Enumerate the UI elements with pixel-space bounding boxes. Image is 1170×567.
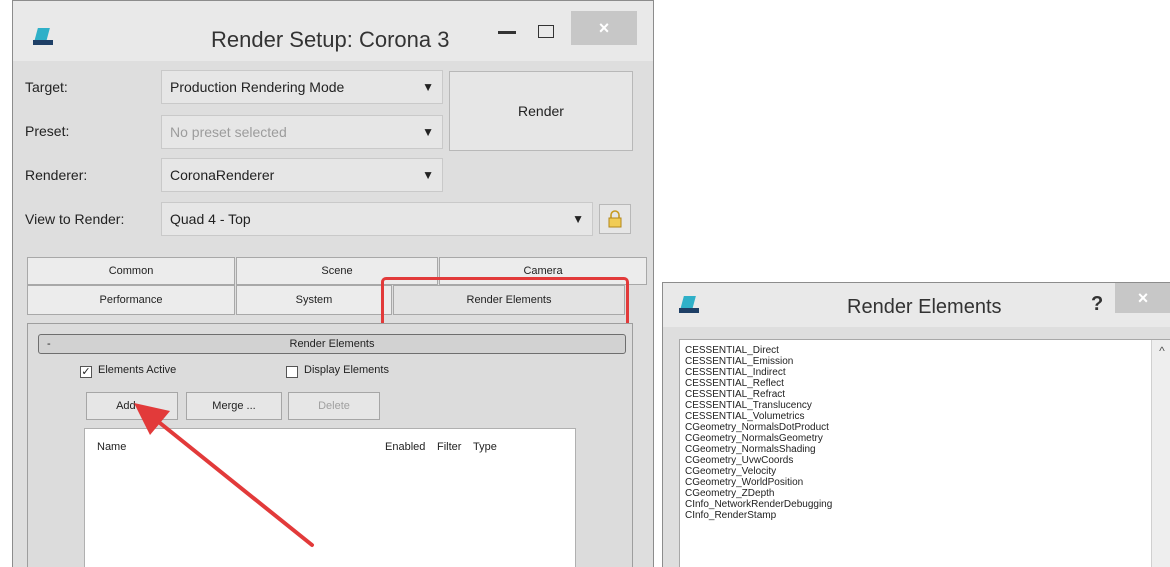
maximize-icon[interactable] — [538, 25, 554, 38]
render-elements-panel: - Render Elements ✓ Elements Active Disp… — [27, 323, 633, 567]
list-item[interactable]: CInfo_NetworkRenderDebugging — [680, 499, 1170, 510]
render-element-types-list[interactable]: CESSENTIAL_Direct CESSENTIAL_Emission CESS… — [679, 339, 1170, 567]
render-button[interactable]: Render — [449, 71, 633, 151]
list-item[interactable]: CGeometry_NormalsGeometry — [680, 433, 1170, 444]
target-label: Target: — [25, 79, 68, 95]
render-elements-dialog: Render Elements ? × CESSENTIAL_Direct CES… — [662, 282, 1170, 567]
list-item[interactable]: CGeometry_WorldPosition — [680, 477, 1170, 488]
elements-active-checkbox[interactable]: ✓ — [80, 366, 92, 378]
dialog-title: Render Elements — [847, 296, 1002, 318]
3ds-max-logo-icon[interactable] — [33, 25, 55, 49]
render-setup-window: Render Setup: Corona 3 × Target: Product… — [12, 0, 654, 567]
chevron-down-icon: ▼ — [422, 80, 434, 94]
list-item[interactable]: CGeometry_ZDepth — [680, 488, 1170, 499]
tab-system[interactable]: System — [236, 285, 392, 315]
list-item[interactable]: CGeometry_NormalsShading — [680, 444, 1170, 455]
tab-common[interactable]: Common — [27, 257, 235, 285]
list-item[interactable]: CInfo_RenderStamp — [680, 510, 1170, 521]
view-to-render-dropdown[interactable]: Quad 4 - Top ▼ — [161, 202, 593, 236]
lock-view-button[interactable] — [599, 204, 631, 234]
minimize-icon[interactable] — [498, 31, 516, 34]
list-item[interactable]: CESSENTIAL_Emission — [680, 356, 1170, 367]
renderer-dropdown[interactable]: CoronaRenderer ▼ — [161, 158, 443, 192]
list-item[interactable]: CGeometry_Velocity — [680, 466, 1170, 477]
list-item[interactable]: CESSENTIAL_Indirect — [680, 367, 1170, 378]
chevron-down-icon: ▼ — [572, 212, 584, 226]
list-item[interactable]: CESSENTIAL_Refract — [680, 389, 1170, 400]
column-enabled[interactable]: Enabled — [385, 441, 425, 453]
target-dropdown[interactable]: Production Rendering Mode ▼ — [161, 70, 443, 104]
lock-icon — [608, 210, 622, 228]
list-item[interactable]: CESSENTIAL_Translucency — [680, 400, 1170, 411]
view-to-render-value: Quad 4 - Top — [170, 211, 251, 227]
list-item[interactable]: CGeometry_UvwCoords — [680, 455, 1170, 466]
preset-label: Preset: — [25, 123, 70, 139]
column-filter[interactable]: Filter — [437, 441, 461, 453]
window-title: Render Setup: Corona 3 — [211, 27, 450, 52]
close-icon[interactable]: × — [571, 11, 637, 45]
scroll-up-icon[interactable]: ^ — [1152, 344, 1170, 358]
rollout-collapse-icon[interactable]: - — [47, 335, 51, 353]
preset-dropdown[interactable]: No preset selected ▼ — [161, 115, 443, 149]
list-scrollbar[interactable]: ^ — [1151, 340, 1170, 567]
rollout-header[interactable]: - Render Elements — [38, 334, 626, 354]
red-arrow-annotation — [134, 403, 314, 547]
list-item[interactable]: CESSENTIAL_Volumetrics — [680, 411, 1170, 422]
view-to-render-label: View to Render: — [25, 211, 125, 227]
renderer-label: Renderer: — [25, 167, 88, 183]
rollout-title: Render Elements — [289, 338, 375, 350]
renderer-value: CoronaRenderer — [170, 167, 275, 183]
list-item[interactable]: CESSENTIAL_Direct — [680, 345, 1170, 356]
display-elements-checkbox[interactable] — [286, 366, 298, 378]
elements-active-label: Elements Active — [98, 364, 177, 376]
column-type[interactable]: Type — [473, 441, 497, 453]
target-value: Production Rendering Mode — [170, 79, 345, 95]
highlight-annotation — [381, 277, 629, 329]
list-item[interactable]: CESSENTIAL_Reflect — [680, 378, 1170, 389]
chevron-down-icon: ▼ — [422, 168, 434, 182]
close-icon[interactable]: × — [1115, 283, 1170, 313]
list-item[interactable]: CGeometry_NormalsDotProduct — [680, 422, 1170, 433]
chevron-down-icon: ▼ — [422, 125, 434, 139]
dialog-title-bar[interactable]: Render Elements ? × — [663, 283, 1170, 327]
display-elements-label: Display Elements — [304, 364, 389, 376]
tab-performance[interactable]: Performance — [27, 285, 235, 315]
3ds-max-logo-icon[interactable] — [679, 293, 701, 317]
preset-value: No preset selected — [170, 124, 287, 140]
title-bar[interactable]: Render Setup: Corona 3 × — [13, 1, 653, 61]
help-icon[interactable]: ? — [1091, 293, 1103, 316]
